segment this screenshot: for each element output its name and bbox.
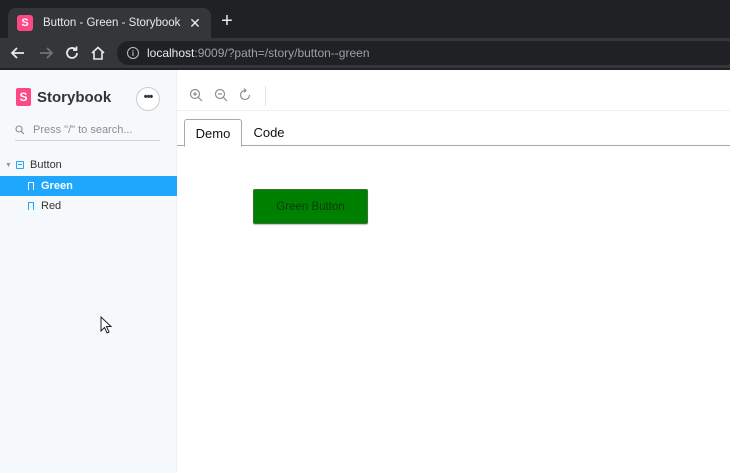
zoom-reset-icon[interactable] [238, 88, 252, 102]
storybook-sidebar: S Storybook ••• ▼ Button Green Red [0, 70, 177, 473]
mouse-cursor-icon [100, 316, 112, 334]
storybook-brand[interactable]: S Storybook [16, 88, 111, 106]
reload-button[interactable] [62, 43, 82, 63]
storybook-favicon-icon: S [17, 15, 33, 31]
brand-name: Storybook [37, 88, 112, 106]
component-label: Button [30, 159, 62, 172]
tree-component-button[interactable]: ▼ Button [0, 155, 177, 176]
new-tab-button[interactable]: + [217, 11, 237, 32]
home-icon [91, 46, 105, 60]
search-input[interactable] [33, 124, 153, 136]
forward-button[interactable] [36, 43, 56, 63]
browser-toolbar: i localhost:9009/?path=/story/button--gr… [0, 38, 730, 68]
close-icon[interactable]: ✕ [187, 15, 203, 32]
preview-tabs: Demo Code [177, 119, 730, 147]
url-path: :9009/?path=/story/button--green [194, 46, 370, 60]
arrow-left-icon [10, 47, 24, 59]
url-text: localhost:9009/?path=/story/button--gree… [147, 46, 370, 60]
zoom-in-icon[interactable] [189, 88, 203, 102]
tab-demo[interactable]: Demo [184, 119, 242, 147]
home-button[interactable] [88, 43, 108, 63]
toolbar-divider [265, 86, 266, 106]
info-icon[interactable]: i [127, 47, 139, 59]
canvas-toolbar [177, 78, 730, 111]
search-icon [15, 125, 25, 135]
tab-title: Button - Green - Storybook [43, 17, 181, 29]
story-label: Red [41, 200, 62, 213]
story-tree: ▼ Button Green Red [0, 155, 177, 217]
bookmark-icon [28, 202, 34, 211]
story-label: Green [41, 179, 73, 192]
storybook-logo-icon: S [16, 88, 31, 106]
caret-down-icon[interactable]: ▼ [5, 162, 13, 169]
component-icon [16, 161, 24, 170]
browser-tab[interactable]: S Button - Green - Storybook ✕ [8, 8, 211, 38]
tab-code[interactable]: Code [245, 119, 293, 146]
tree-story-red[interactable]: Red [0, 196, 177, 217]
tree-story-green[interactable]: Green [0, 175, 177, 196]
address-bar[interactable]: i localhost:9009/?path=/story/button--gr… [117, 41, 730, 65]
search-box[interactable] [15, 120, 160, 141]
zoom-out-icon[interactable] [214, 88, 228, 102]
arrow-right-icon [40, 47, 54, 59]
browser-tab-strip: S Button - Green - Storybook ✕ + [0, 0, 730, 38]
back-button[interactable] [8, 43, 28, 63]
sidebar-menu-button[interactable]: ••• [136, 87, 160, 111]
url-host: localhost [147, 46, 195, 60]
bookmark-icon [28, 181, 34, 190]
green-button[interactable]: Green Button [253, 189, 368, 224]
reload-icon [66, 46, 78, 59]
